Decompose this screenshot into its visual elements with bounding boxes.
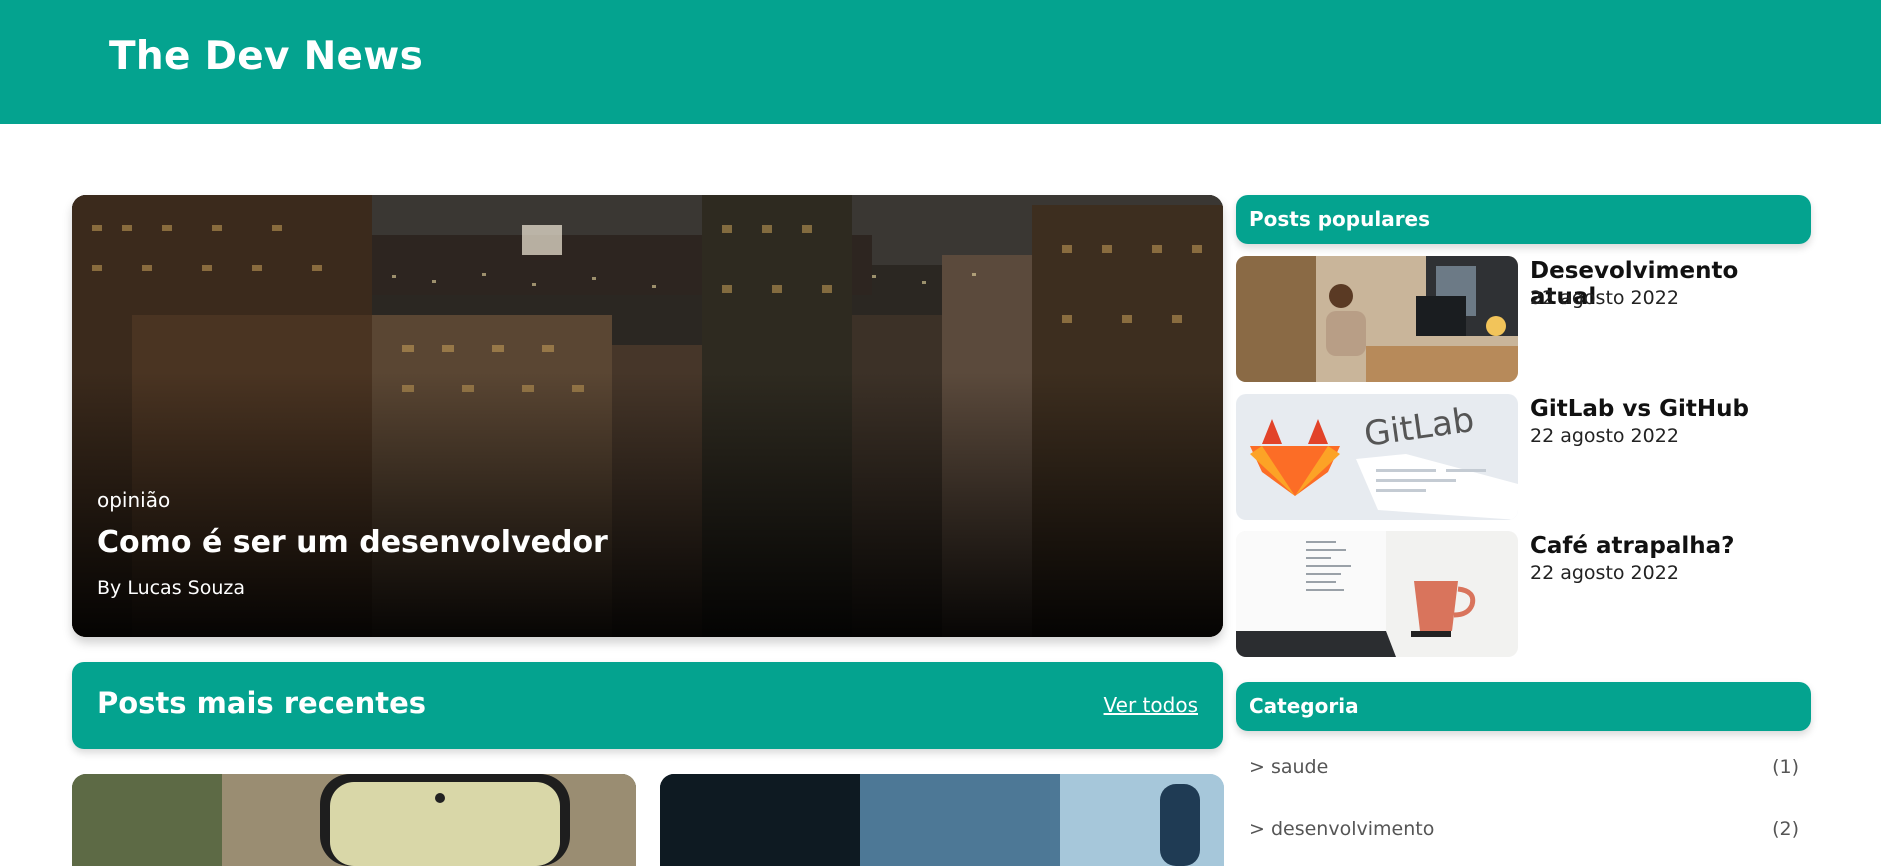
popular-post-title[interactable]: GitLab vs GitHub (1530, 396, 1749, 422)
view-all-link[interactable]: Ver todos (1104, 693, 1198, 717)
featured-post[interactable]: opinião Como é ser um desenvolvedor By L… (72, 195, 1223, 637)
featured-post-author: By Lucas Souza (97, 577, 245, 599)
featured-post-overlay (72, 195, 1223, 637)
popular-post-date: 22 agosto 2022 (1530, 287, 1679, 309)
recent-posts-header: Posts mais recentes Ver todos (72, 662, 1223, 749)
featured-post-title[interactable]: Como é ser um desenvolvedor (97, 525, 608, 560)
category-name[interactable]: > desenvolvimento (1249, 818, 1434, 840)
popular-post-image: GitLab (1236, 394, 1518, 520)
popular-post-item[interactable]: GitLab GitLab vs GitHub 22 agosto 2022 (1236, 394, 1811, 520)
popular-post-image (1236, 256, 1518, 382)
recent-post-card[interactable] (660, 774, 1224, 866)
category-count: (2) (1772, 818, 1799, 840)
recent-posts-title: Posts mais recentes (97, 686, 427, 720)
featured-post-category[interactable]: opinião (97, 488, 170, 512)
category-item[interactable]: > saude (1) (1236, 748, 1811, 788)
category-name[interactable]: > saude (1249, 756, 1328, 778)
popular-post-image (1236, 531, 1518, 657)
popular-post-date: 22 agosto 2022 (1530, 425, 1679, 447)
site-header: The Dev News (0, 0, 1881, 124)
category-item[interactable]: > desenvolvimento (2) (1236, 810, 1811, 850)
recent-post-image (72, 774, 636, 866)
category-header: Categoria (1236, 682, 1811, 731)
recent-post-image (660, 774, 1224, 866)
popular-post-title[interactable]: Café atrapalha? (1530, 533, 1735, 559)
category-count: (1) (1772, 756, 1799, 778)
popular-post-item[interactable]: Café atrapalha? 22 agosto 2022 (1236, 531, 1811, 657)
category-title: Categoria (1249, 694, 1359, 718)
popular-post-date: 22 agosto 2022 (1530, 562, 1679, 584)
site-brand[interactable]: The Dev News (109, 34, 423, 79)
recent-post-card[interactable] (72, 774, 636, 866)
popular-post-item[interactable]: Desevolvimento atual 22 agosto 2022 (1236, 256, 1811, 382)
popular-posts-header: Posts populares (1236, 195, 1811, 244)
popular-posts-title: Posts populares (1249, 207, 1431, 231)
